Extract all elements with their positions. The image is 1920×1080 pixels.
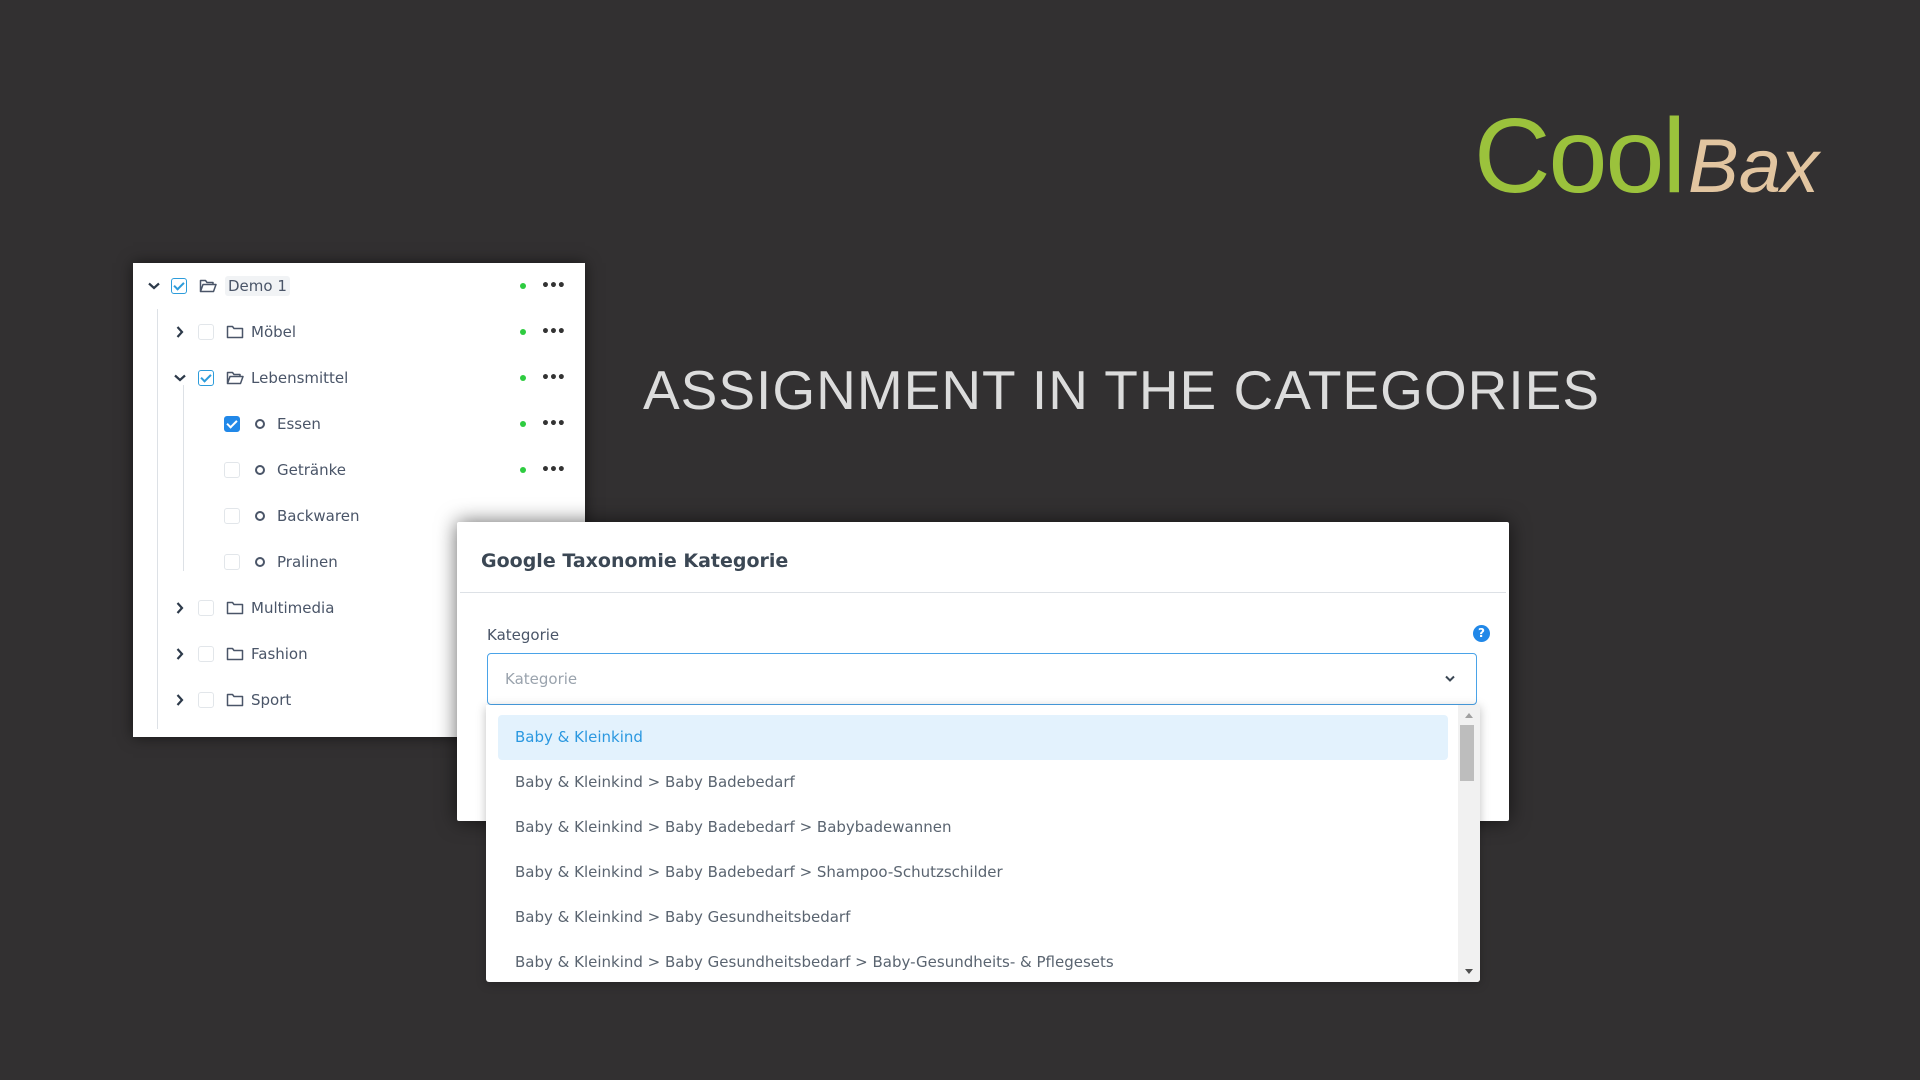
chevron-right-icon[interactable]: [173, 693, 187, 707]
chevron-right-icon[interactable]: [173, 647, 187, 661]
option-label: Baby & Kleinkind: [515, 728, 643, 746]
more-menu-icon[interactable]: •••: [541, 416, 566, 432]
folder-open-icon: [199, 278, 217, 294]
tree-row-demo-1[interactable]: Demo 1 •••: [133, 263, 585, 309]
folder-open-icon: [226, 370, 244, 386]
tree-label[interactable]: Sport: [251, 691, 291, 709]
chevron-right-icon[interactable]: [173, 601, 187, 615]
tree-checkbox[interactable]: [198, 370, 214, 386]
tree-label[interactable]: Lebensmittel: [251, 369, 348, 387]
status-dot: [520, 329, 526, 335]
kategorie-dropdown-list: Baby & Kleinkind Baby & Kleinkind > Baby…: [486, 705, 1480, 982]
help-icon[interactable]: ?: [1473, 625, 1490, 642]
logo-bax: Bax: [1688, 124, 1819, 209]
tree-row-essen[interactable]: Essen •••: [133, 401, 585, 447]
dropdown-option[interactable]: Baby & Kleinkind: [498, 715, 1448, 760]
status-dot: [520, 283, 526, 289]
leaf-icon: [255, 419, 265, 429]
dialog-title: Google Taxonomie Kategorie: [481, 550, 789, 572]
tree-label[interactable]: Demo 1: [225, 276, 290, 296]
chevron-right-icon[interactable]: [173, 325, 187, 339]
coolbax-logo: CoolBax: [1474, 96, 1819, 217]
tree-label[interactable]: Pralinen: [277, 553, 338, 571]
tree-checkbox[interactable]: [198, 646, 214, 662]
kategorie-label: Kategorie: [487, 626, 560, 644]
tree-label[interactable]: Möbel: [251, 323, 296, 341]
option-label: Baby & Kleinkind > Baby Gesundheitsbedar…: [515, 953, 1114, 971]
scroll-down-arrow-icon[interactable]: [1465, 969, 1473, 974]
dropdown-option[interactable]: Baby & Kleinkind > Baby Gesundheitsbedar…: [498, 940, 1448, 982]
option-label: Baby & Kleinkind > Baby Gesundheitsbedar…: [515, 908, 851, 926]
more-menu-icon[interactable]: •••: [541, 278, 566, 294]
more-menu-icon[interactable]: •••: [541, 462, 566, 478]
dropdown-option[interactable]: Baby & Kleinkind > Baby Badebedarf: [498, 760, 1448, 805]
tree-label[interactable]: Multimedia: [251, 599, 334, 617]
tree-checkbox[interactable]: [224, 554, 240, 570]
folder-icon: [226, 324, 244, 340]
more-menu-icon[interactable]: •••: [541, 324, 566, 340]
tree-label[interactable]: Essen: [277, 415, 321, 433]
option-label: Baby & Kleinkind > Baby Badebedarf > Bab…: [515, 818, 952, 836]
tree-checkbox[interactable]: [198, 600, 214, 616]
tree-row-lebensmittel[interactable]: Lebensmittel •••: [133, 355, 585, 401]
tree-label[interactable]: Backwaren: [277, 507, 359, 525]
option-label: Baby & Kleinkind > Baby Badebedarf: [515, 773, 795, 791]
tree-label[interactable]: Getränke: [277, 461, 346, 479]
chevron-down-icon[interactable]: [147, 279, 161, 293]
tree-row-getraenke[interactable]: Getränke •••: [133, 447, 585, 493]
chevron-down-icon[interactable]: [1444, 668, 1456, 687]
dialog-divider: [460, 592, 1506, 593]
tree-row-moebel[interactable]: Möbel •••: [133, 309, 585, 355]
scroll-up-arrow-icon[interactable]: [1465, 713, 1473, 718]
dropdown-scrollbar[interactable]: [1458, 705, 1480, 982]
tree-checkbox[interactable]: [198, 324, 214, 340]
tree-checkbox[interactable]: [171, 278, 187, 294]
leaf-icon: [255, 511, 265, 521]
folder-icon: [226, 600, 244, 616]
folder-icon: [226, 646, 244, 662]
scrollbar-thumb[interactable]: [1460, 725, 1474, 781]
tree-checkbox[interactable]: [224, 416, 240, 432]
tree-checkbox[interactable]: [224, 508, 240, 524]
leaf-icon: [255, 465, 265, 475]
logo-cool: Cool: [1474, 97, 1686, 215]
status-dot: [520, 421, 526, 427]
page-headline: ASSIGNMENT IN THE CATEGORIES: [643, 359, 1601, 421]
select-placeholder: Kategorie: [505, 670, 578, 688]
dropdown-option[interactable]: Baby & Kleinkind > Baby Badebedarf > Sha…: [498, 850, 1448, 895]
dropdown-option[interactable]: Baby & Kleinkind > Baby Gesundheitsbedar…: [498, 895, 1448, 940]
folder-icon: [226, 692, 244, 708]
status-dot: [520, 375, 526, 381]
option-label: Baby & Kleinkind > Baby Badebedarf > Sha…: [515, 863, 1003, 881]
leaf-icon: [255, 557, 265, 567]
dropdown-option[interactable]: Baby & Kleinkind > Baby Badebedarf > Bab…: [498, 805, 1448, 850]
tree-checkbox[interactable]: [224, 462, 240, 478]
more-menu-icon[interactable]: •••: [541, 370, 566, 386]
kategorie-select[interactable]: Kategorie: [487, 653, 1477, 705]
tree-label[interactable]: Fashion: [251, 645, 308, 663]
tree-checkbox[interactable]: [198, 692, 214, 708]
status-dot: [520, 467, 526, 473]
chevron-down-icon[interactable]: [173, 371, 187, 385]
